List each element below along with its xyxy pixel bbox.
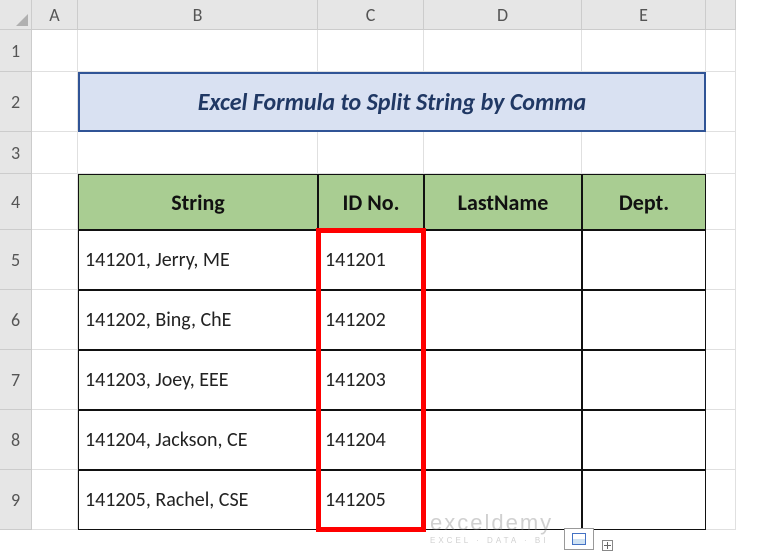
cell-E5[interactable] bbox=[582, 230, 706, 290]
cell-A4[interactable] bbox=[32, 174, 78, 230]
cell-D8[interactable] bbox=[424, 410, 582, 470]
paste-options-button[interactable] bbox=[564, 528, 594, 550]
title-cell[interactable]: Excel Formula to Split String by Comma bbox=[78, 72, 706, 132]
row-header-5[interactable]: 5 bbox=[0, 230, 32, 290]
watermark-brand: exceldemy bbox=[430, 510, 553, 536]
cell-B3[interactable] bbox=[78, 132, 318, 174]
cell-C6[interactable]: 141202 bbox=[318, 290, 424, 350]
row-header-4[interactable]: 4 bbox=[0, 174, 32, 230]
cell-C7[interactable]: 141203 bbox=[318, 350, 424, 410]
cell-B1[interactable] bbox=[78, 30, 318, 72]
cell-A6[interactable] bbox=[32, 290, 78, 350]
cell-D3[interactable] bbox=[424, 132, 582, 174]
cell-A7[interactable] bbox=[32, 350, 78, 410]
cell-B9[interactable]: 141205, Rachel, CSE bbox=[78, 470, 318, 530]
cell-E1[interactable] bbox=[582, 30, 706, 72]
cell-D6[interactable] bbox=[424, 290, 582, 350]
row-header-9[interactable]: 9 bbox=[0, 470, 32, 530]
cell-B7[interactable]: 141203, Joey, EEE bbox=[78, 350, 318, 410]
header-lastname[interactable]: LastName bbox=[424, 174, 582, 230]
grid-area: Excel Formula to Split String by Comma S… bbox=[32, 30, 736, 530]
cell-C5[interactable]: 141201 bbox=[318, 230, 424, 290]
col-header-E[interactable]: E bbox=[582, 0, 706, 30]
col-header-A[interactable]: A bbox=[32, 0, 78, 30]
row-header-8[interactable]: 8 bbox=[0, 410, 32, 470]
row-header-2[interactable]: 2 bbox=[0, 72, 32, 132]
cell-A8[interactable] bbox=[32, 410, 78, 470]
cell-C9[interactable]: 141205 bbox=[318, 470, 424, 530]
row-header-1[interactable]: 1 bbox=[0, 30, 32, 72]
col-header-D[interactable]: D bbox=[424, 0, 582, 30]
cell-A1[interactable] bbox=[32, 30, 78, 72]
col-header-F[interactable] bbox=[706, 0, 736, 30]
col-header-C[interactable]: C bbox=[318, 0, 424, 30]
header-string[interactable]: String bbox=[78, 174, 318, 230]
spreadsheet: A B C D E 1 2 3 4 5 6 7 8 9 Excel Formul… bbox=[0, 0, 768, 558]
cell-D7[interactable] bbox=[424, 350, 582, 410]
cell-C8[interactable]: 141204 bbox=[318, 410, 424, 470]
row-header-6[interactable]: 6 bbox=[0, 290, 32, 350]
cell-F2[interactable] bbox=[706, 72, 736, 132]
cell-F7[interactable] bbox=[706, 350, 736, 410]
cell-F6[interactable] bbox=[706, 290, 736, 350]
select-all-corner[interactable] bbox=[0, 0, 32, 30]
cell-A2[interactable] bbox=[32, 72, 78, 132]
cell-E6[interactable] bbox=[582, 290, 706, 350]
cell-A9[interactable] bbox=[32, 470, 78, 530]
column-headers: A B C D E bbox=[32, 0, 736, 30]
cell-E9[interactable] bbox=[582, 470, 706, 530]
cell-B8[interactable]: 141204, Jackson, CE bbox=[78, 410, 318, 470]
cell-A5[interactable] bbox=[32, 230, 78, 290]
header-dept[interactable]: Dept. bbox=[582, 174, 706, 230]
cell-F8[interactable] bbox=[706, 410, 736, 470]
cell-F9[interactable] bbox=[706, 470, 736, 530]
header-id-no[interactable]: ID No. bbox=[318, 174, 424, 230]
cell-B6[interactable]: 141202, Bing, ChE bbox=[78, 290, 318, 350]
fill-handle-icon bbox=[602, 540, 613, 551]
row-headers: 1 2 3 4 5 6 7 8 9 bbox=[0, 30, 32, 530]
watermark-tag: EXCEL · DATA · BI bbox=[430, 536, 553, 545]
cell-F3[interactable] bbox=[706, 132, 736, 174]
cell-E8[interactable] bbox=[582, 410, 706, 470]
cell-D5[interactable] bbox=[424, 230, 582, 290]
cell-E7[interactable] bbox=[582, 350, 706, 410]
col-header-B[interactable]: B bbox=[78, 0, 318, 30]
cell-F5[interactable] bbox=[706, 230, 736, 290]
cell-C3[interactable] bbox=[318, 132, 424, 174]
cell-F4[interactable] bbox=[706, 174, 736, 230]
cell-A3[interactable] bbox=[32, 132, 78, 174]
select-all-triangle-icon bbox=[16, 14, 28, 26]
cell-F1[interactable] bbox=[706, 30, 736, 72]
watermark: exceldemy EXCEL · DATA · BI bbox=[430, 510, 553, 545]
paste-options-icon bbox=[572, 533, 586, 545]
row-header-3[interactable]: 3 bbox=[0, 132, 32, 174]
row-header-7[interactable]: 7 bbox=[0, 350, 32, 410]
cell-E3[interactable] bbox=[582, 132, 706, 174]
cell-C1[interactable] bbox=[318, 30, 424, 72]
cell-D1[interactable] bbox=[424, 30, 582, 72]
cell-B5[interactable]: 141201, Jerry, ME bbox=[78, 230, 318, 290]
